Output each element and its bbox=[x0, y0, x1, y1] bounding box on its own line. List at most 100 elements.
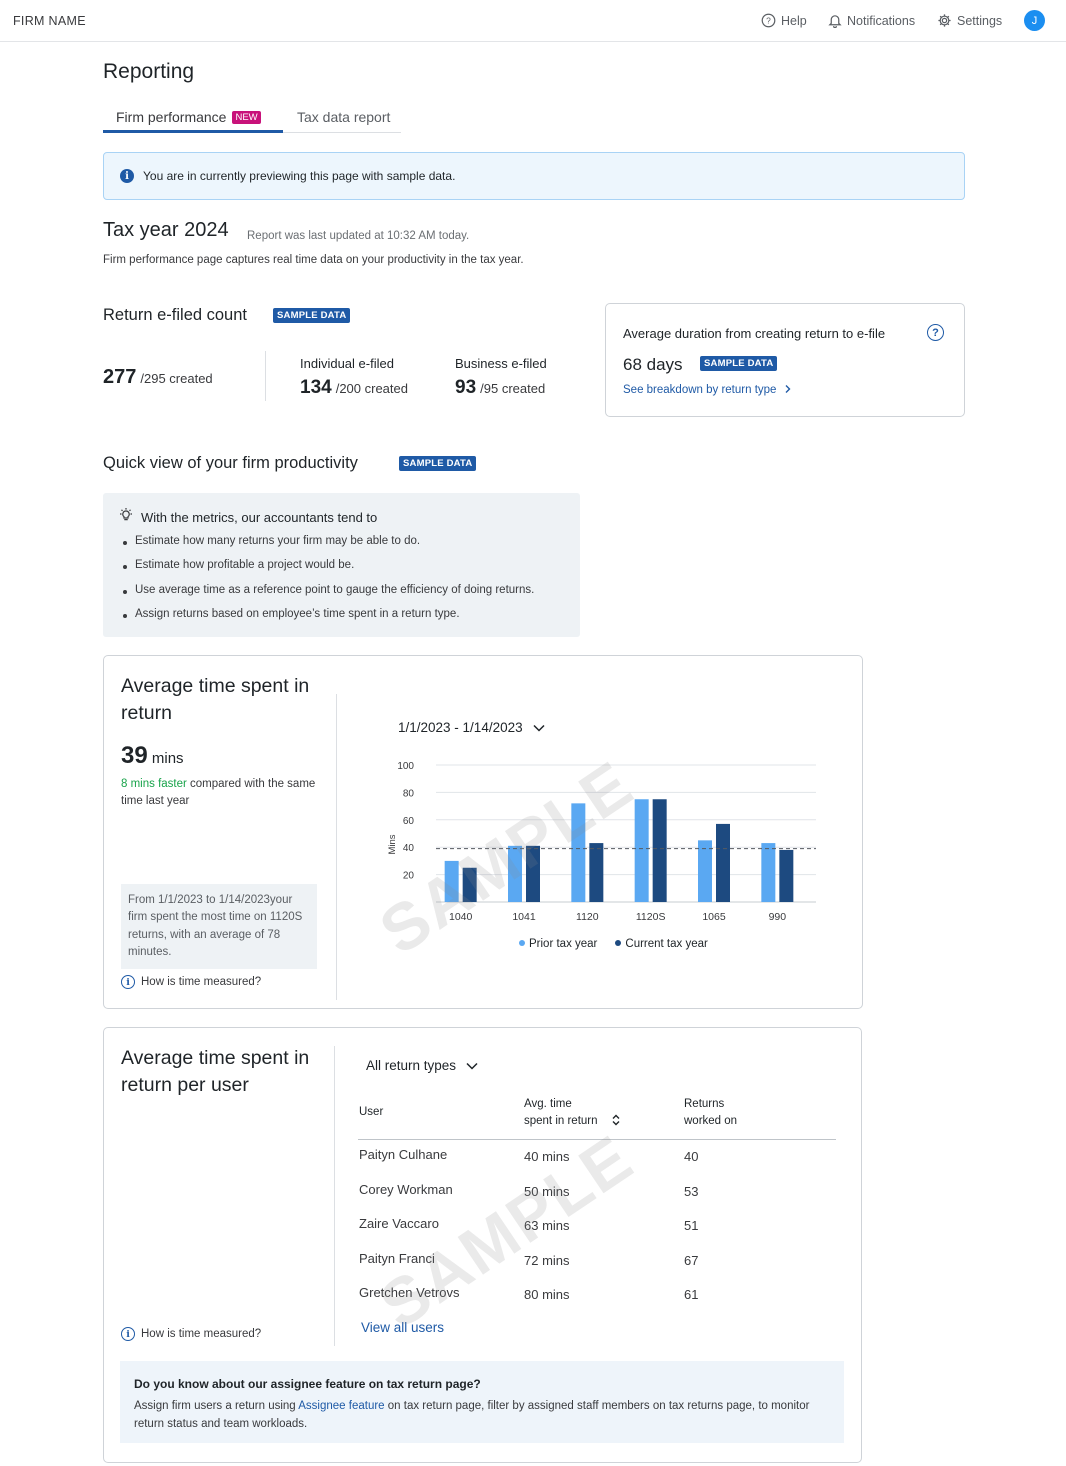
notifications-button[interactable]: Notifications bbox=[828, 13, 915, 28]
table-row[interactable]: Paityn Culhane 40 mins 40 bbox=[359, 1147, 829, 1182]
bar-current bbox=[462, 867, 477, 902]
chevron-right-icon bbox=[785, 385, 791, 393]
comparison-text: 8 mins faster compared with the same tim… bbox=[121, 776, 321, 810]
how-time-measured-link[interactable]: i How is time measured? bbox=[121, 975, 261, 989]
bar-chart: 20 40 60 80 100 Mins 1040 1041 1120 1120S 1065 990 bbox=[387, 761, 816, 923]
tips-box: With the metrics, our accountants tend t… bbox=[103, 493, 580, 637]
tab-bar: Firm performance NEW Tax data report bbox=[103, 104, 401, 133]
returns-cell: 51 bbox=[684, 1218, 699, 1233]
x-tick-label: 1120S bbox=[636, 911, 666, 923]
gear-icon bbox=[938, 14, 951, 27]
column-header-user: User bbox=[359, 1106, 384, 1118]
promo-text: Assign firm users a return using Assigne… bbox=[134, 1398, 834, 1433]
legend-swatch bbox=[519, 940, 525, 946]
tip-item: Estimate how profitable a project would … bbox=[123, 559, 534, 583]
faster-highlight: 8 mins faster bbox=[121, 778, 187, 790]
return-type-dropdown[interactable]: All return types bbox=[366, 1058, 478, 1073]
settings-button[interactable]: Settings bbox=[937, 13, 1002, 28]
date-range-dropdown[interactable]: 1/1/2023 - 1/14/2023 bbox=[398, 720, 545, 735]
returns-header-line2: worked on bbox=[684, 1115, 738, 1127]
table-row[interactable]: Zaire Vaccaro 63 mins 51 bbox=[359, 1216, 829, 1251]
breakdown-link[interactable]: See breakdown by return type bbox=[623, 384, 794, 396]
help-icon: ? bbox=[761, 13, 776, 28]
tax-year-description: Firm performance page captures real time… bbox=[103, 254, 524, 266]
sample-data-badge: SAMPLE DATA bbox=[399, 456, 477, 471]
user-name: Paityn Franci bbox=[359, 1250, 435, 1266]
divider bbox=[334, 1046, 335, 1346]
avg-header-text: spent in return bbox=[524, 1115, 598, 1127]
return-type-value: All return types bbox=[366, 1058, 457, 1073]
bar-prior bbox=[444, 860, 459, 902]
table-row[interactable]: Corey Workman 50 mins 53 bbox=[359, 1182, 829, 1217]
bar-prior bbox=[761, 843, 776, 902]
x-tick-label: 1065 bbox=[702, 911, 726, 923]
last-updated-text: Report was last updated at 10:32 AM toda… bbox=[247, 230, 470, 242]
legend-item: Prior tax year bbox=[519, 938, 597, 950]
bar-prior bbox=[698, 840, 712, 902]
bar-current bbox=[526, 845, 540, 902]
view-all-users-link[interactable]: View all users bbox=[361, 1320, 444, 1335]
tab-label: Firm performance bbox=[116, 109, 227, 125]
avg-header-line1: Avg. time bbox=[524, 1098, 572, 1110]
chevron-down-icon bbox=[466, 1062, 478, 1070]
avg-time-value: 39 mins bbox=[121, 742, 184, 770]
x-tick-label: 1041 bbox=[512, 911, 536, 923]
sample-data-badge: SAMPLE DATA bbox=[700, 356, 778, 371]
promo-title: Do you know about our assignee feature o… bbox=[134, 1377, 481, 1391]
date-range-value: 1/1/2023 - 1/14/2023 bbox=[398, 720, 523, 735]
average-time-card: Average time spent in return 39 mins 8 m… bbox=[103, 655, 863, 1009]
efiled-heading: Return e-filed count bbox=[103, 306, 247, 324]
sort-icon[interactable] bbox=[609, 1114, 623, 1126]
duration-title: Average duration from creating return to… bbox=[623, 326, 886, 341]
sample-data-banner: i You are in currently previewing this p… bbox=[103, 152, 965, 200]
chevron-down-icon bbox=[533, 724, 545, 732]
help-label: Help bbox=[781, 13, 807, 28]
avg-time-cell: 40 mins bbox=[524, 1149, 570, 1164]
duration-value: 68 days bbox=[623, 355, 683, 374]
individual-created: /200 created bbox=[335, 381, 408, 396]
y-tick-label: 40 bbox=[403, 843, 415, 854]
sample-data-badge: SAMPLE DATA bbox=[273, 308, 351, 323]
promo-text-pre: Assign firm users a return using bbox=[134, 1400, 299, 1412]
column-header-avg-time[interactable]: Avg. time spent in return bbox=[524, 1096, 623, 1130]
avg-header-line2: spent in return bbox=[524, 1113, 623, 1130]
y-tick-label: 20 bbox=[403, 871, 415, 882]
avg-time-cell: 50 mins bbox=[524, 1183, 570, 1199]
returns-header-line1: Returns bbox=[684, 1098, 725, 1110]
insight-note: From 1/1/2023 to 1/14/2023your firm spen… bbox=[121, 884, 317, 970]
avg-time-number: 39 bbox=[121, 742, 148, 769]
new-badge: NEW bbox=[232, 111, 261, 124]
productivity-heading: Quick view of your firm productivity bbox=[103, 454, 358, 472]
how-time-measured-link[interactable]: i How is time measured? bbox=[121, 1327, 261, 1341]
avg-time-cell: 80 mins bbox=[524, 1287, 570, 1302]
x-tick-label: 990 bbox=[769, 911, 787, 923]
bar-prior bbox=[634, 799, 649, 902]
table-row[interactable]: Gretchen Vetrovs 80 mins 61 bbox=[359, 1285, 829, 1320]
x-tick-label: 1040 bbox=[449, 911, 473, 923]
divider bbox=[336, 694, 337, 1000]
returns-cell: 61 bbox=[684, 1287, 699, 1302]
question-circle-icon[interactable]: ? bbox=[927, 324, 944, 341]
bell-icon bbox=[828, 15, 842, 28]
business-created: /95 created bbox=[480, 381, 546, 396]
user-avatar[interactable]: J bbox=[1024, 10, 1045, 31]
business-efiled-count: 93/95 created bbox=[455, 377, 545, 399]
assignee-feature-link[interactable]: Assignee feature bbox=[298, 1400, 384, 1412]
top-bar: FIRM NAME ? Help Notifications Settings … bbox=[0, 0, 1066, 42]
tab-tax-data-report[interactable]: Tax data report bbox=[297, 109, 390, 125]
business-efiled-value: 93 bbox=[455, 377, 477, 398]
legend-label: Current tax year bbox=[625, 938, 708, 950]
user-name: Zaire Vaccaro bbox=[359, 1216, 439, 1231]
table-row[interactable]: Paityn Franci 72 mins 67 bbox=[359, 1251, 829, 1286]
bar-prior bbox=[571, 803, 586, 902]
per-user-card: Average time spent in return per user i … bbox=[103, 1027, 862, 1463]
banner-text: You are in currently previewing this pag… bbox=[143, 169, 456, 183]
business-efiled-label: Business e-filed bbox=[455, 356, 547, 371]
per-user-title: Average time spent in return per user bbox=[121, 1047, 310, 1096]
total-efiled-count: 277/295 created bbox=[103, 366, 213, 389]
help-button[interactable]: ? Help bbox=[761, 13, 807, 28]
average-duration-card: Average duration from creating return to… bbox=[605, 303, 965, 417]
tab-firm-performance[interactable]: Firm performance NEW bbox=[116, 109, 261, 125]
tips-list: Estimate how many returns your firm may … bbox=[123, 535, 534, 632]
y-tick-label: 80 bbox=[403, 788, 415, 799]
